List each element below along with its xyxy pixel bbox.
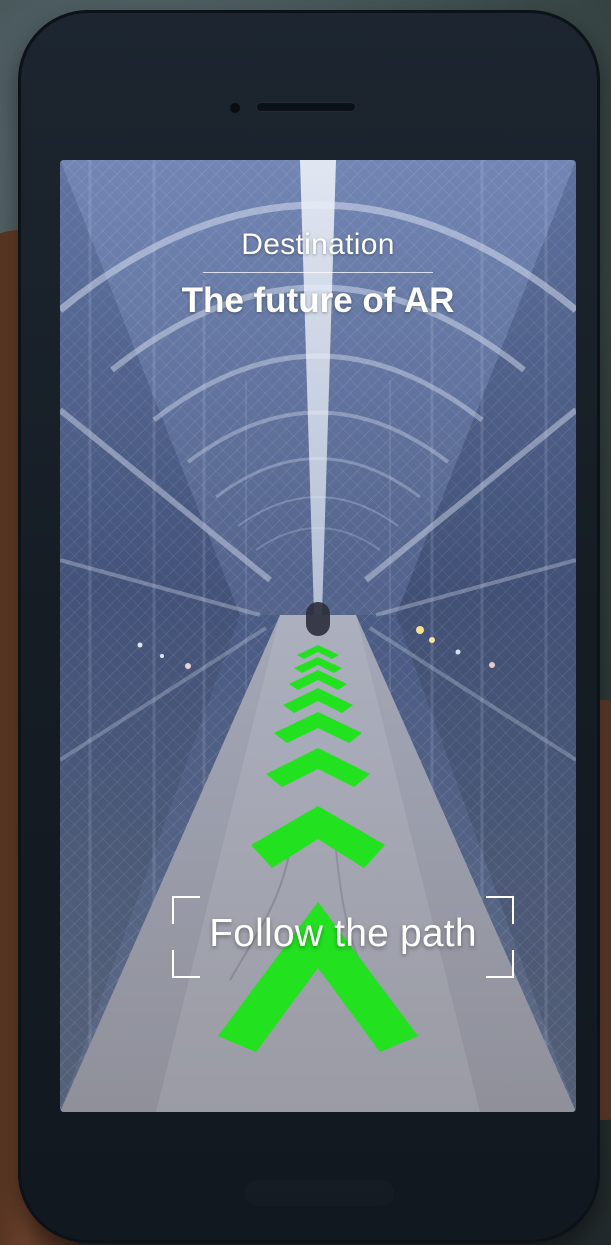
chevron-up-icon (289, 670, 347, 690)
phone-device: Destination The future of AR Follow the … (18, 10, 600, 1243)
chevron-up-icon (266, 748, 370, 787)
phone-bottom-bar (244, 1180, 394, 1206)
chevron-up-icon (297, 645, 339, 659)
front-camera-icon (230, 103, 240, 113)
ar-camera-screen: Destination The future of AR Follow the … (60, 160, 576, 1112)
ar-instruction-badge: Follow the path (172, 896, 514, 978)
chevron-up-icon (283, 688, 353, 713)
chevron-up-icon (274, 712, 362, 743)
follow-instruction-text: Follow the path (209, 912, 477, 955)
phone-scene: Destination The future of AR Follow the … (0, 0, 611, 1245)
chevron-up-icon (251, 806, 385, 868)
earpiece-speaker (256, 102, 356, 112)
